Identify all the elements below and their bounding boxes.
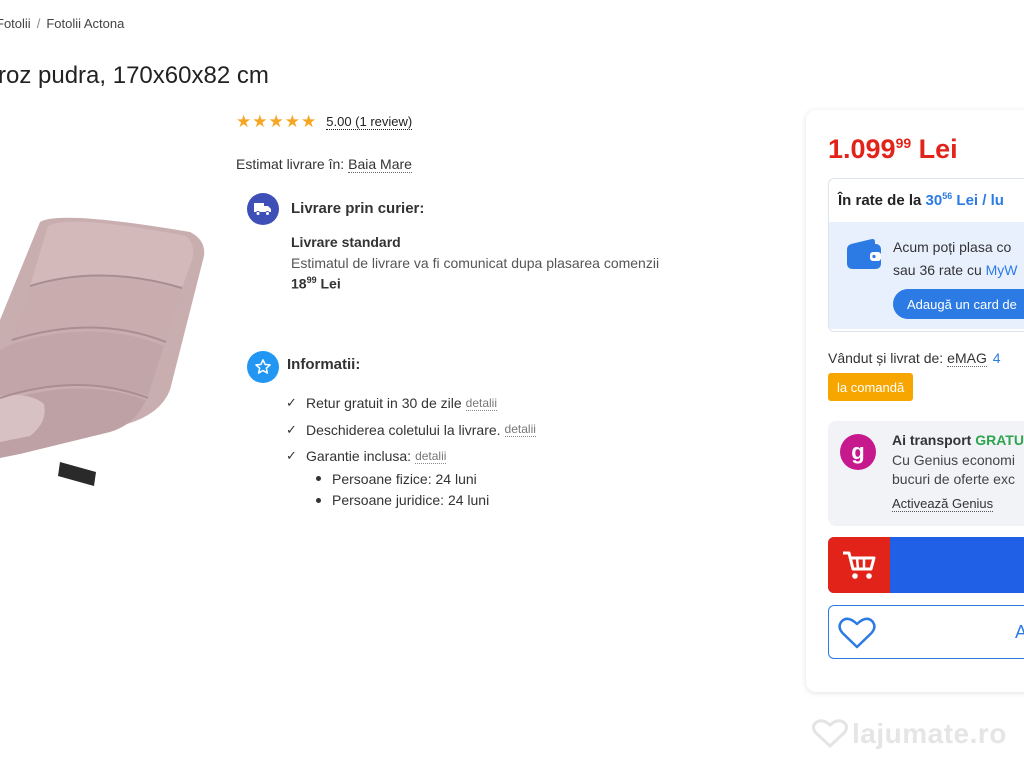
wallet-icon <box>846 238 882 270</box>
watermark: lajumate.ro <box>812 718 1007 750</box>
watermark-text: lajumate.ro <box>852 718 1007 749</box>
star-icon: ★ <box>268 112 284 131</box>
list-item: Persoane fizice: 24 luni <box>316 468 489 490</box>
standard-delivery-title: Livrare standard <box>291 234 401 250</box>
breadcrumb-item-fotolii[interactable]: Fotolii <box>0 16 31 31</box>
add-to-cart-button[interactable] <box>828 537 1024 593</box>
details-link[interactable]: detalii <box>415 449 447 464</box>
delivery-truck-icon <box>247 193 279 225</box>
genius-logo-icon: g <box>840 434 876 470</box>
breadcrumb-item-fotolii-actona[interactable]: Fotolii Actona <box>46 16 124 31</box>
genius-description: Cu Genius economi bucuri de oferte exc <box>892 452 1015 487</box>
star-icon: ★ <box>301 112 317 131</box>
seller-rating: 4 <box>992 350 1001 366</box>
shopping-cart-icon <box>828 537 890 593</box>
list-item: Persoane juridice: 24 luni <box>316 490 489 512</box>
product-image[interactable] <box>0 200 220 500</box>
star-icon: ★ <box>252 112 268 131</box>
info-heading: Informatii: <box>287 356 361 373</box>
favorites-label: A <box>1015 622 1024 642</box>
availability-badge: la comandă <box>828 373 914 401</box>
breadcrumb: Fotolii / Fotolii Actona <box>0 16 124 31</box>
delivery-price: 1899 Lei <box>291 275 341 292</box>
star-badge-icon <box>247 351 279 383</box>
product-price: 1.09999 Lei <box>828 134 958 164</box>
installments-text: Acum poți plasa co sau 36 rate cu MyW <box>893 239 1018 278</box>
installments-heading: În rate de la 3056 Lei / lu <box>838 191 1004 209</box>
add-to-favorites-button[interactable]: A <box>828 605 1024 659</box>
rating: ★ ★ ★ ★ ★ 5.00 (1 review) <box>236 112 413 132</box>
rating-stars: ★ ★ ★ ★ ★ <box>236 112 316 132</box>
courier-heading: Livrare prin curier: <box>291 200 425 217</box>
breadcrumb-separator: / <box>36 16 41 31</box>
seller-info: Vândut și livrat de: eMAG 4 <box>828 350 1001 367</box>
checkmark-icon: ✓ <box>286 395 297 411</box>
add-card-button[interactable]: Adaugă un card de <box>893 289 1024 319</box>
checkmark-icon: ✓ <box>286 421 297 437</box>
genius-title: Ai transport GRATU <box>892 432 1024 448</box>
list-item: ✓ Garantie inclusa: detalii <box>286 448 447 465</box>
star-icon: ★ <box>236 112 252 131</box>
star-icon: ★ <box>284 112 300 131</box>
page-title: roz pudra, 170x60x82 cm <box>0 62 269 89</box>
reviews-link[interactable]: 5.00 (1 review) <box>326 114 413 130</box>
warranty-list: Persoane fizice: 24 luni Persoane juridi… <box>316 468 489 511</box>
mywallet-link[interactable]: MyW <box>986 262 1018 278</box>
seller-link[interactable]: eMAG <box>947 350 987 367</box>
list-item: ✓ Retur gratuit in 30 de zile detalii <box>286 395 497 412</box>
standard-delivery-description: Estimatul de livrare va fi comunicat dup… <box>291 255 660 271</box>
details-link[interactable]: detalii <box>465 396 497 411</box>
delivery-estimate: Estimat livrare în: Baia Mare <box>236 156 412 173</box>
watermark-heart-icon <box>812 719 848 749</box>
activate-genius-link[interactable]: Activează Genius <box>892 496 994 512</box>
heart-icon <box>838 617 876 649</box>
delivery-location-link[interactable]: Baia Mare <box>348 156 412 173</box>
details-link[interactable]: detalii <box>504 422 536 438</box>
delivery-estimate-label: Estimat livrare în: <box>236 156 345 172</box>
list-item: ✓ Deschiderea coletului la livrare. deta… <box>286 421 536 438</box>
info-list: ✓ Retur gratuit in 30 de zile detalii ✓ … <box>286 390 536 470</box>
checkmark-icon: ✓ <box>286 448 297 464</box>
